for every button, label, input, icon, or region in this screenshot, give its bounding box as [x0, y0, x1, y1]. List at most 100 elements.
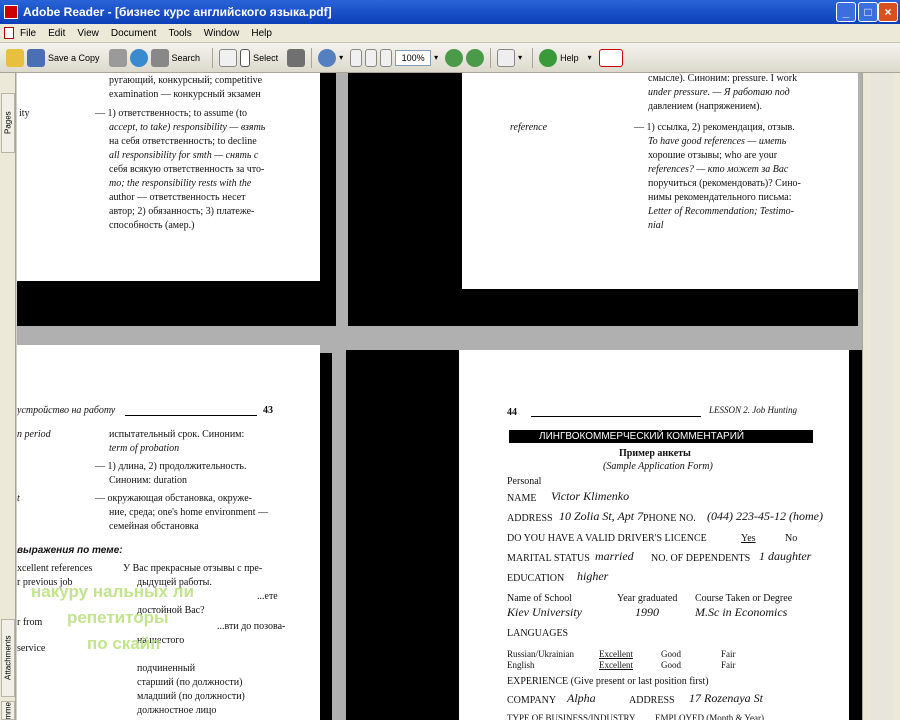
- search-button[interactable]: Search: [172, 53, 201, 63]
- field-value: M.Sc in Economics: [695, 605, 788, 619]
- text-line: term of probation: [109, 443, 180, 454]
- text-line: ругающий, конкурсный; competitive: [109, 75, 263, 86]
- header-rule: [531, 416, 701, 417]
- separator: [311, 47, 313, 68]
- column-label: Course Taken or Degree: [695, 593, 793, 604]
- save-icon[interactable]: [27, 48, 45, 67]
- menu-bar: File Edit View Document Tools Window Hel…: [0, 24, 900, 43]
- menu-file[interactable]: File: [20, 28, 36, 39]
- phrase-line: service: [17, 643, 46, 654]
- close-button[interactable]: ×: [878, 2, 898, 22]
- scan-shadow: [849, 350, 862, 720]
- fit-page-icon[interactable]: [365, 48, 378, 67]
- text-line: examination — конкурсный экзамен: [109, 89, 261, 100]
- text-line: — 1) ссылка, 2) рекомендация, отзыв.: [634, 122, 795, 133]
- text-line: давлением (напряжением).: [648, 101, 762, 112]
- scan-shadow: [346, 350, 459, 720]
- form-section: Personal: [507, 476, 542, 487]
- level-good: Good: [661, 660, 681, 670]
- menu-document[interactable]: Document: [111, 28, 157, 39]
- text-line: смысле). Синоним: pressure. I work: [648, 73, 798, 84]
- field-value: Yes: [741, 533, 756, 544]
- scan-shadow: [320, 73, 336, 299]
- zoom-input[interactable]: 100%: [395, 49, 432, 66]
- fit-width-icon[interactable]: [380, 48, 393, 67]
- menu-help[interactable]: Help: [251, 28, 272, 39]
- scrollbar-track[interactable]: [871, 73, 893, 720]
- help-dropdown[interactable]: ▾: [588, 53, 592, 62]
- tab-attachments[interactable]: Attachments: [1, 619, 15, 697]
- text-line: accept, to take) responsibility — взять: [109, 122, 266, 133]
- save-copy-button[interactable]: Save a Copy: [48, 53, 100, 63]
- separator: [212, 47, 214, 68]
- page-bottom-left: устройство на работу 43 n period испытат…: [17, 345, 320, 720]
- document-area[interactable]: ругающий, конкурсный; competitive examin…: [17, 73, 862, 720]
- term-label: reference: [510, 122, 548, 133]
- field-value: Alpha: [567, 691, 596, 705]
- menu-window[interactable]: Window: [204, 28, 240, 39]
- field-label: ADDRESS: [629, 695, 675, 706]
- help-button[interactable]: Help: [560, 53, 579, 63]
- form-section: LANGUAGES: [507, 628, 569, 639]
- minimize-button[interactable]: _: [836, 2, 856, 22]
- phrase-line: r from: [17, 617, 43, 628]
- zoom-in-plus-icon[interactable]: [466, 48, 485, 67]
- text-line: автор; 2) обязанность; 3) платеже-: [109, 206, 255, 217]
- zoom-dropdown[interactable]: ▾: [434, 53, 438, 62]
- select-cursor-icon[interactable]: [240, 48, 251, 67]
- running-header: устройство на работу: [17, 405, 116, 416]
- tab-pages[interactable]: Pages: [1, 93, 15, 153]
- text-line: ...ете: [257, 591, 278, 602]
- page-bottom-right: 44 LESSON 2. Job Hunting ЛИНГВОКОММЕРЧЕС…: [459, 350, 849, 720]
- separator: [490, 47, 492, 68]
- select-button[interactable]: Select: [253, 53, 278, 63]
- snapshot-icon[interactable]: [287, 48, 306, 67]
- text-line: ...вти до позова-: [217, 621, 286, 632]
- field-value: (044) 223-45-12 (home): [707, 509, 823, 523]
- column-label: Year graduated: [617, 593, 678, 604]
- field-label: PHONE NO.: [643, 513, 696, 524]
- text-line: на себя ответственность; to decline: [109, 136, 257, 147]
- field-label: TYPE OF BUSINESS/INDUSTRY: [507, 713, 636, 720]
- email-icon[interactable]: [129, 48, 148, 67]
- text-line: Синоним: duration: [109, 475, 188, 486]
- field-label: EMPLOYED (Month & Year): [655, 713, 764, 720]
- actual-size-icon[interactable]: [350, 48, 363, 67]
- menu-edit[interactable]: Edit: [48, 28, 65, 39]
- maximize-button[interactable]: □: [858, 2, 878, 22]
- binoculars-icon[interactable]: [150, 48, 169, 67]
- hand-tool-icon[interactable]: [219, 48, 238, 67]
- text-line: ние, среда; one's home environment —: [109, 507, 269, 518]
- running-header: LESSON 2. Job Hunting: [709, 405, 798, 415]
- zoom-in-icon[interactable]: [318, 48, 337, 67]
- text-line: author — ответственность несет: [109, 192, 246, 203]
- field-value: 1 daughter: [759, 549, 812, 563]
- yahoo-icon[interactable]: [598, 48, 623, 67]
- form-title: Пример анкеты: [619, 448, 691, 459]
- page-number: 43: [263, 405, 273, 416]
- field-value: No: [785, 533, 798, 544]
- tab-comments[interactable]: Comments: [1, 701, 15, 720]
- text-line: должностное лицо: [137, 705, 217, 716]
- field-value: Kiev University: [507, 605, 582, 619]
- banner-title: ЛИНГВОКОММЕРЧЕСКИЙ КОММЕНТАРИЙ: [539, 431, 745, 442]
- header-rule: [125, 415, 257, 416]
- title-bar: Adobe Reader - [бизнес курс английского …: [0, 0, 900, 24]
- open-folder-icon[interactable]: [6, 48, 24, 67]
- navigation-panel: Pages Attachments Comments: [0, 73, 16, 720]
- field-value: higher: [577, 569, 609, 583]
- text-line: У Вас прекрасные отзывы с пре-: [123, 563, 263, 574]
- zoom-tool-dropdown[interactable]: ▾: [339, 53, 343, 62]
- help-icon[interactable]: [539, 48, 558, 67]
- field-label: MARITAL STATUS: [507, 553, 590, 564]
- rotate-dropdown[interactable]: ▾: [518, 53, 522, 62]
- rotate-icon[interactable]: [497, 48, 516, 67]
- zoom-out-icon[interactable]: [445, 48, 464, 67]
- print-icon[interactable]: [108, 48, 127, 67]
- vertical-scrollbar[interactable]: [862, 73, 900, 720]
- page-top-right: смысле). Синоним: pressure. I work under…: [462, 73, 858, 289]
- scan-shadow: [462, 289, 858, 326]
- text-line: испытательный срок. Синоним:: [109, 429, 245, 440]
- menu-view[interactable]: View: [77, 28, 99, 39]
- menu-tools[interactable]: Tools: [168, 28, 191, 39]
